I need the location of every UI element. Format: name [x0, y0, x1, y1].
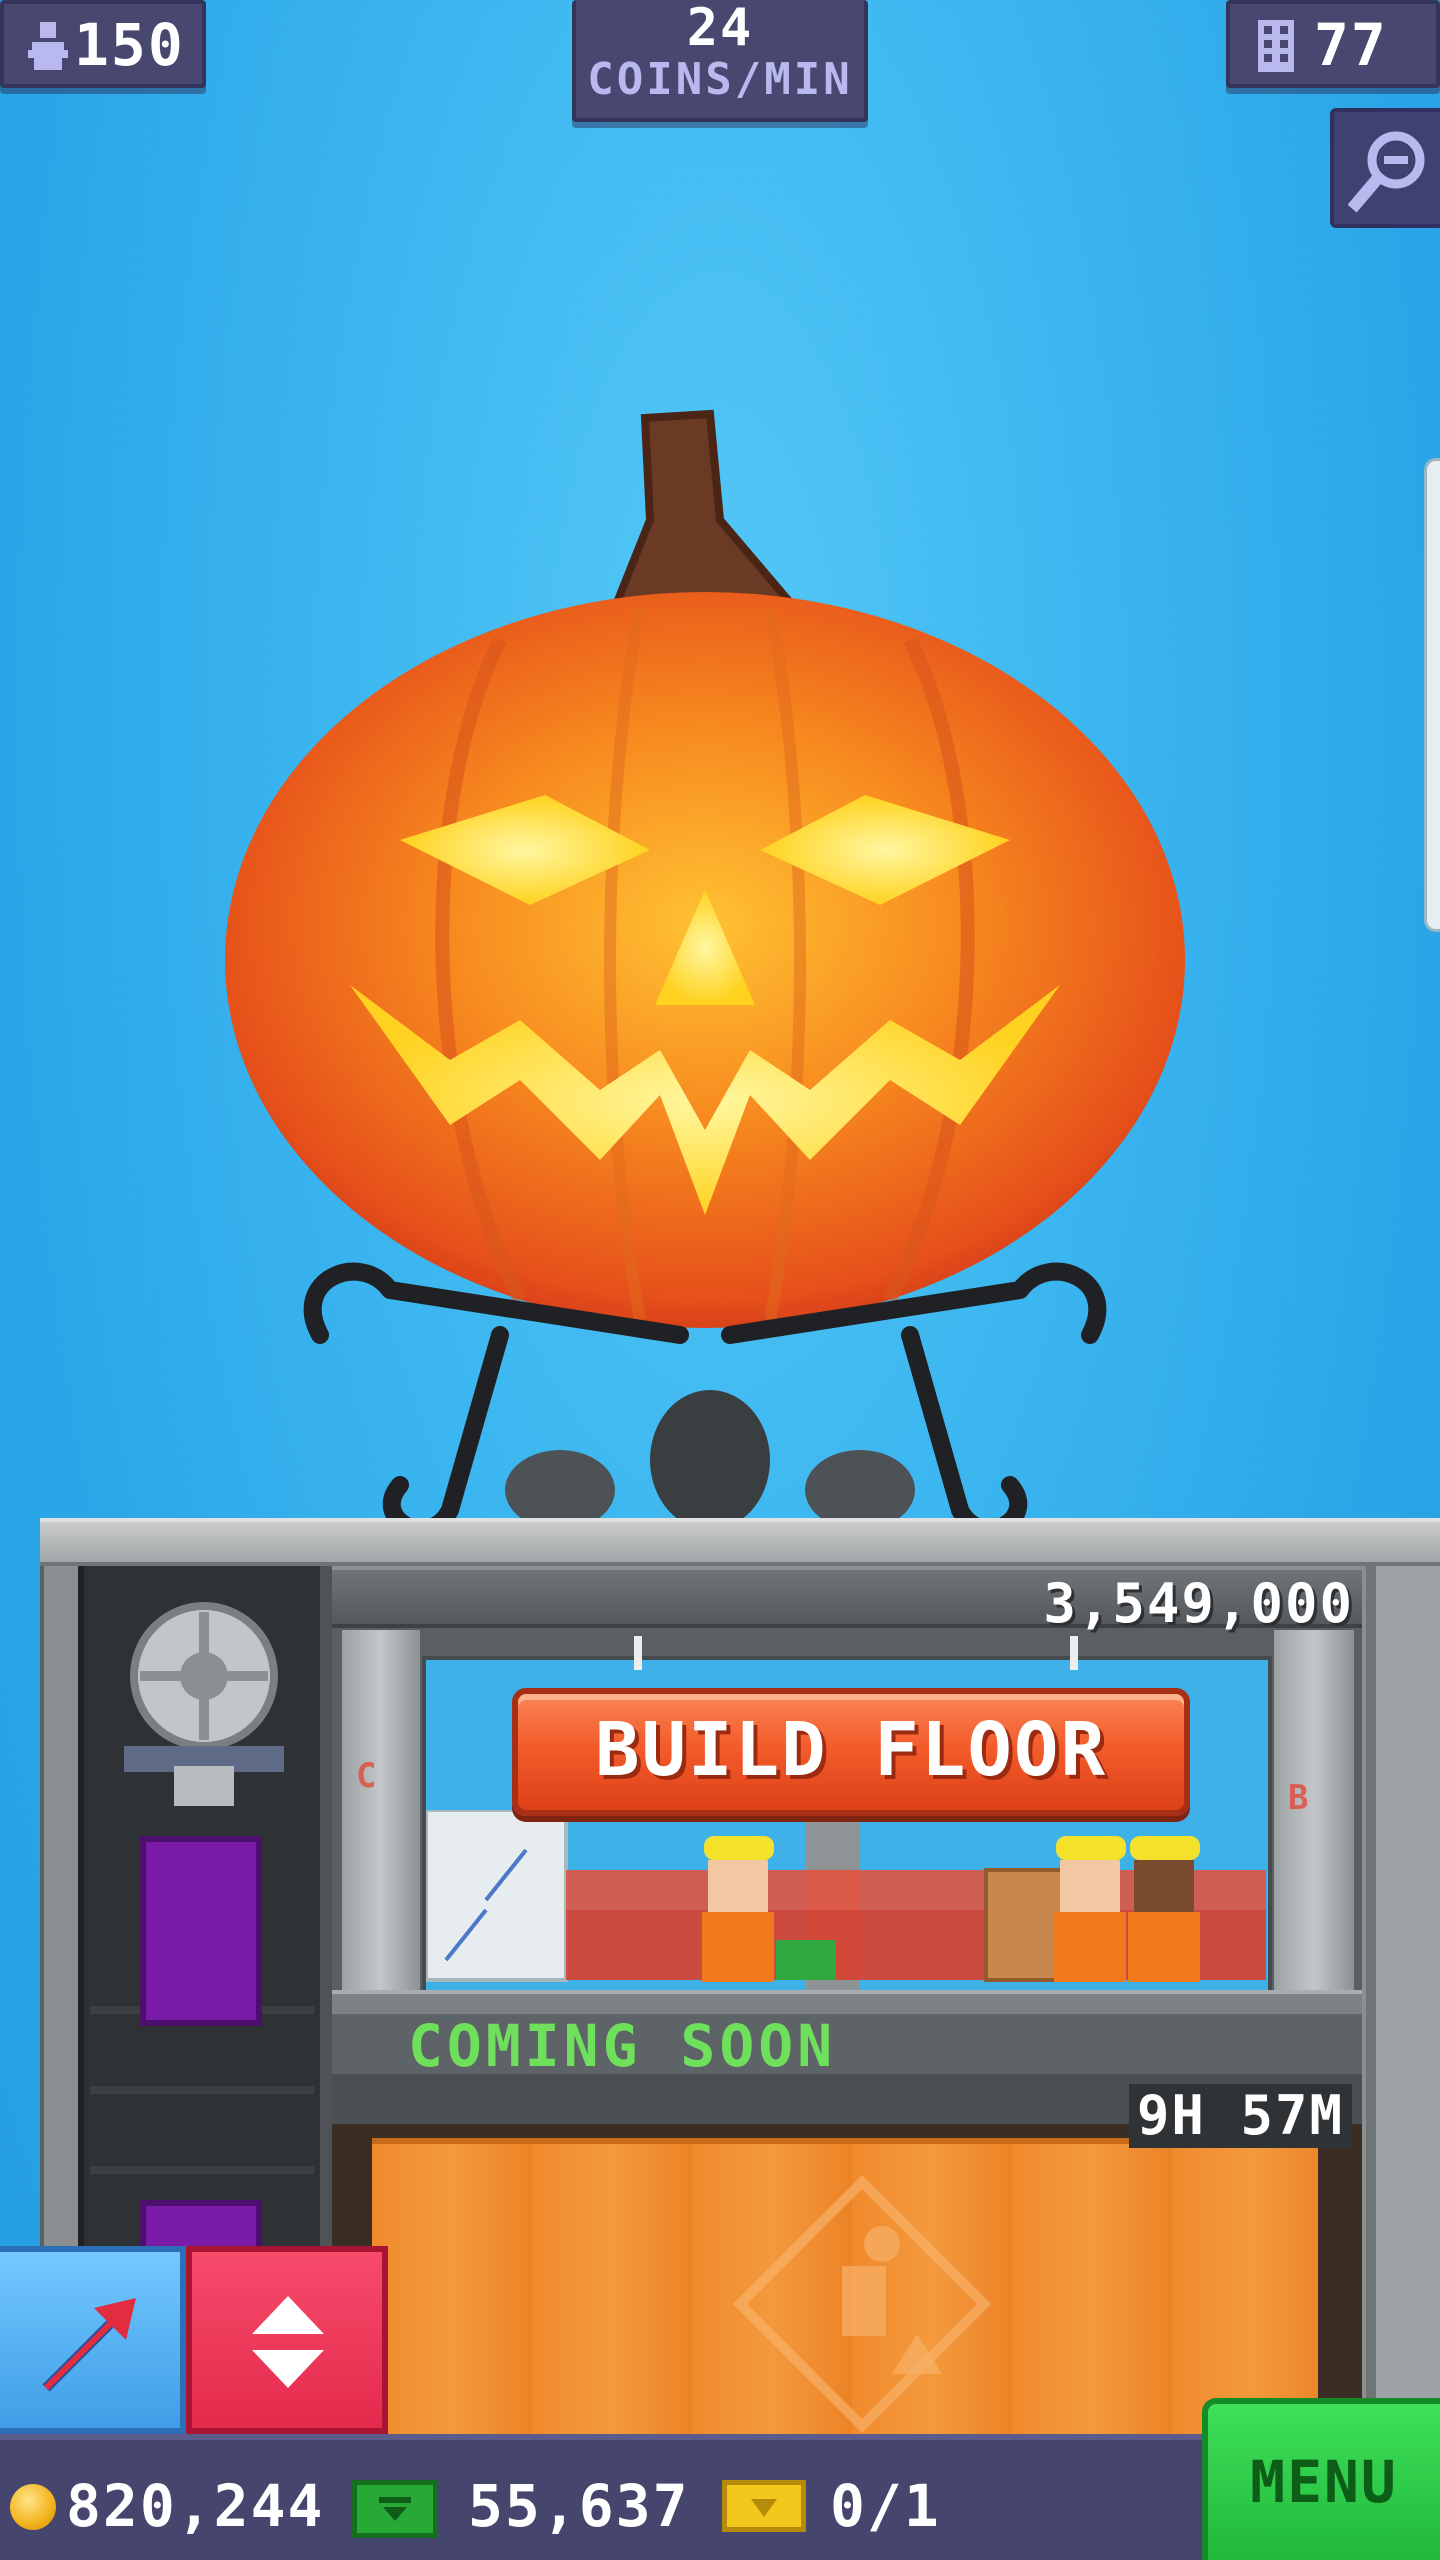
golden-ticket-icon[interactable]: [722, 2480, 806, 2532]
tower-bux-icon[interactable]: [352, 2480, 438, 2538]
side-drawer-tab[interactable]: [1424, 458, 1440, 932]
sign-hook-right: [1070, 1636, 1078, 1670]
up-down-arrows-icon: [252, 2296, 324, 2388]
floor-marker-right: B: [1288, 1778, 1311, 1818]
floor-marker-left: C: [356, 1756, 379, 1796]
coins-value: 820,244: [66, 2472, 325, 2540]
menu-button[interactable]: MENU: [1202, 2398, 1440, 2560]
tower-roof: [40, 1518, 1440, 1566]
zoom-button[interactable]: [1330, 108, 1440, 228]
build-floor-cost: 3,549,000: [1043, 1572, 1354, 1635]
elevator-motor-pulley-icon: [124, 1602, 284, 1806]
building-icon: [1258, 20, 1294, 72]
elevator-car[interactable]: [140, 1836, 262, 2026]
construction-site-scene: [426, 1810, 1266, 1990]
magnify-zoom-out-icon: [1348, 131, 1425, 213]
coin-icon: [10, 2484, 56, 2530]
person-icon: [28, 22, 68, 70]
diagonal-arrow-icon: [42, 2298, 136, 2392]
elevator-button[interactable]: [186, 2246, 388, 2434]
right-pillar: [1274, 1630, 1354, 1990]
bux-arrow-mark: [379, 2497, 411, 2521]
under-construction-floor[interactable]: 9H 57M: [332, 2074, 1362, 2440]
population-counter[interactable]: 150: [0, 0, 206, 88]
floor-count-value: 77: [1314, 11, 1388, 79]
sign-hook-left: [634, 1636, 642, 1670]
build-floor-button[interactable]: BUILD FLOOR: [512, 1688, 1190, 1816]
coins-per-minute-panel: 24 COINS/MIN: [572, 0, 868, 122]
menu-label: MENU: [1250, 2448, 1398, 2516]
floor-slab: [332, 1990, 1362, 2010]
floor-counter[interactable]: 77: [1226, 0, 1440, 88]
ticket-arrow-mark: [751, 2499, 777, 2517]
coming-soon-label: COMING SOON: [408, 2012, 837, 2080]
construction-tarp: [372, 2138, 1318, 2440]
adjacent-tower-edge: [1366, 1566, 1440, 2440]
construction-worker-sign-icon: [732, 2174, 992, 2434]
construction-timer: 9H 57M: [1128, 2084, 1352, 2148]
tickets-value: 0/1: [830, 2472, 941, 2540]
coins-per-minute-label: COINS/MIN: [587, 54, 853, 105]
population-value: 150: [74, 11, 185, 79]
move-arrow-button[interactable]: [0, 2246, 186, 2434]
jack-o-lantern-roof-decoration: [225, 409, 1185, 1530]
left-pillar: [342, 1630, 420, 1990]
bux-value: 55,637: [468, 2472, 690, 2540]
coming-soon-banner: COMING SOON: [332, 2010, 1362, 2080]
coins-per-minute-value: 24: [686, 0, 754, 58]
build-floor-level[interactable]: 3,549,000 BUILD FLOOR C B: [332, 1570, 1362, 2010]
